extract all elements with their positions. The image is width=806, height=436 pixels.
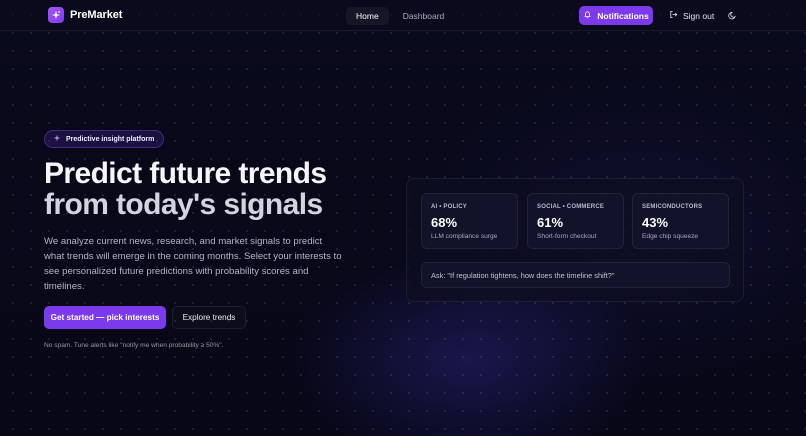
card-category: SEMICONDUCTORS [642, 204, 703, 210]
card-probability: 43% [642, 215, 669, 230]
card-category: AI • POLICY [431, 204, 467, 210]
headline-line-2: from today's signals [44, 188, 323, 221]
ask-prompt-field[interactable]: Ask: "If regulation tightens, how does t… [421, 262, 730, 288]
prediction-preview-panel: AI • POLICY 68% LLM compliance surge SOC… [406, 178, 744, 302]
sparkle-icon [53, 134, 61, 144]
moon-icon [727, 7, 737, 25]
nav-links: Home Dashboard [346, 7, 454, 25]
notifications-button[interactable]: Notifications [579, 6, 653, 25]
headline-line-1: Predict future trends [44, 157, 327, 190]
sign-out-label: Sign out [683, 10, 715, 21]
prediction-card-ai-policy[interactable]: AI • POLICY 68% LLM compliance surge [421, 193, 518, 249]
brand[interactable]: PreMarket [48, 7, 122, 23]
card-probability: 68% [431, 215, 458, 230]
hero-headline: Predict future trends from today's signa… [44, 158, 384, 220]
theme-toggle-button[interactable] [724, 7, 740, 24]
sparkle-logo-icon [48, 7, 64, 23]
explore-trends-button[interactable]: Explore trends [172, 306, 246, 329]
get-started-button[interactable]: Get started — pick interests [44, 306, 166, 329]
hero-badge: Predictive insight platform [44, 130, 165, 148]
hero-badge-label: Predictive insight platform [66, 135, 155, 143]
card-category: SOCIAL • COMMERCE [537, 204, 605, 210]
card-caption: LLM compliance surge [431, 233, 498, 240]
card-caption: Short-form checkout [537, 233, 597, 240]
prediction-card-social-commerce[interactable]: SOCIAL • COMMERCE 61% Short-form checkou… [527, 193, 624, 249]
top-nav: PreMarket Home Dashboard Notifications S… [0, 0, 806, 31]
hero-description: We analyze current news, research, and m… [44, 236, 342, 292]
card-probability: 61% [537, 215, 564, 230]
bell-icon [583, 10, 592, 21]
sign-out-button[interactable]: Sign out [663, 6, 720, 25]
nav-link-dashboard[interactable]: Dashboard [393, 7, 455, 25]
card-caption: Edge chip squeeze [642, 233, 699, 240]
notifications-label: Notifications [597, 10, 649, 21]
nav-link-home[interactable]: Home [346, 7, 389, 25]
alert-fineprint: No spam. Tune alerts like "notify me whe… [44, 342, 224, 349]
prediction-card-semiconductors[interactable]: SEMICONDUCTORS 43% Edge chip squeeze [632, 193, 729, 249]
brand-name: PreMarket [70, 9, 123, 21]
sign-out-icon [669, 10, 678, 21]
